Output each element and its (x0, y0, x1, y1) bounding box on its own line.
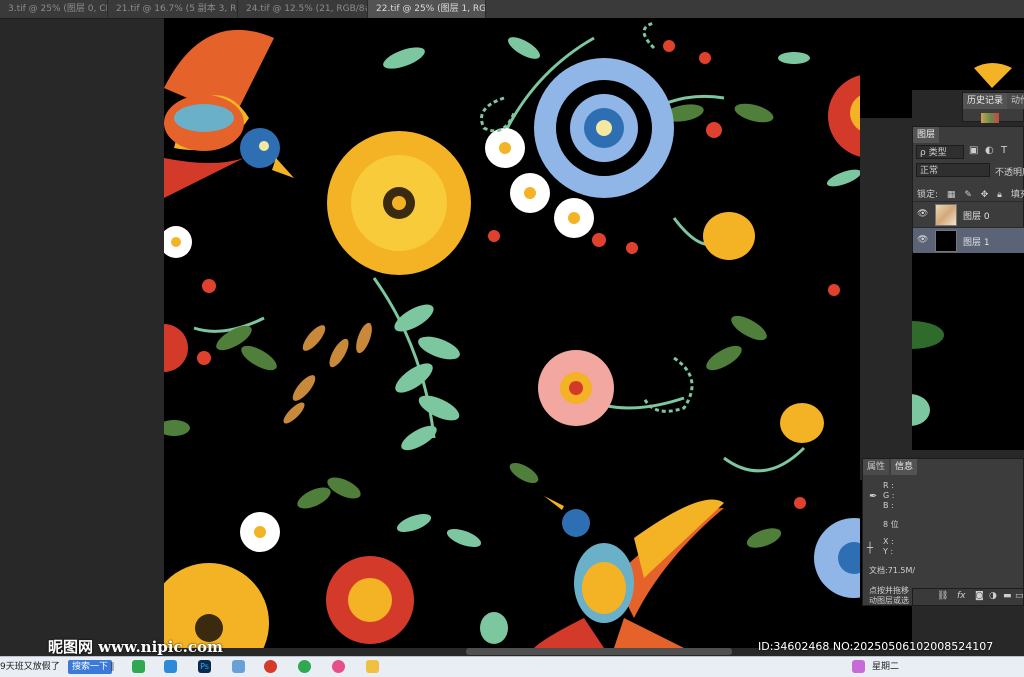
green-value-label: G : (883, 491, 895, 500)
adjustment-icon[interactable]: ◑ (989, 591, 997, 601)
horizontal-scrollbar[interactable] (466, 648, 732, 655)
ie-icon[interactable] (132, 660, 145, 673)
blue-value-label: B : (883, 501, 894, 510)
news-ticker[interactable]: 9天班又放假了 (0, 660, 60, 674)
folder-icon[interactable]: ▬ (1003, 591, 1012, 601)
chat-icon[interactable] (264, 660, 277, 673)
new-layer-icon[interactable]: ▭ (1015, 591, 1024, 601)
lock-all-icon[interactable]: 🔒︎ (997, 190, 1002, 200)
bit-depth: 8 位 (883, 520, 899, 529)
flower-detail (974, 63, 1012, 88)
blend-mode-select[interactable]: 正常 (916, 163, 990, 177)
fill-label: 填充 (1010, 190, 1024, 200)
chrome-icon[interactable] (332, 660, 345, 673)
document-canvas[interactable] (164, 18, 860, 648)
tab-history[interactable]: 历史记录 (963, 93, 1008, 109)
taskbar-divider: ‖ (110, 662, 115, 672)
document-tab-bar: 3.tif @ 25% (图层 0, CMYK/8) 21.tif @ 16.7… (0, 0, 1024, 19)
embroidery-artwork (164, 21, 860, 648)
watermark-site: 昵图网 www.nipic.com (48, 638, 223, 656)
layer-thumbnail (935, 230, 957, 252)
eye-icon[interactable]: 👁︎ (917, 209, 928, 219)
eye-icon[interactable]: 👁︎ (917, 235, 928, 245)
layers-panel: 图层 ρ 类型 ▣ ◐ T 正常 不透明度 锁定: ▦ ✎ ✥ 🔒︎ 填充 👁︎… (912, 126, 1024, 253)
tab-actions[interactable]: 动作 (1007, 93, 1024, 109)
taskbar: 9天班又放假了 搜索一下 ‖ Ps 星期二 (0, 656, 1024, 677)
tab-document-3[interactable]: 3.tif @ 25% (图层 0, CMYK/8) (0, 0, 108, 18)
day-of-week: 星期二 (872, 662, 900, 672)
lock-paint-icon[interactable]: ✎ (964, 190, 972, 200)
opacity-label: 不透明度 (995, 168, 1024, 178)
lock-transparency-icon[interactable]: ▦ (947, 190, 956, 200)
history-panel: 历史记录 动作 (962, 92, 1024, 123)
canvas-extension-right (880, 250, 1024, 450)
red-value-label: R : (883, 481, 894, 490)
browser-icon[interactable] (164, 660, 177, 673)
lock-row: 锁定: ▦ ✎ ✥ 🔒︎ 填充 (917, 187, 1024, 200)
eyedropper-icon: ✒ (869, 491, 878, 502)
text-filter-icon[interactable]: T (1001, 145, 1007, 156)
link-icon[interactable]: ⛓ (937, 591, 948, 601)
photoshop-icon[interactable]: Ps (198, 660, 211, 673)
layer-row[interactable]: 👁︎ 图层 0 (913, 201, 1024, 227)
canvas-extension-top (860, 18, 912, 118)
fx-icon[interactable]: fx (957, 591, 966, 601)
folder-icon[interactable] (366, 660, 379, 673)
adjustment-filter-icon[interactable]: ◐ (985, 145, 994, 156)
tab-document-21[interactable]: 21.tif @ 16.7% (5 副本 3, RGB/8) (108, 0, 238, 18)
watermark-id: ID:34602468 NO:20250506102008524107 (758, 640, 994, 653)
tab-properties[interactable]: 属性 (863, 459, 890, 475)
document-size: 文档:71.5M/ (869, 566, 916, 575)
tab-document-24[interactable]: 24.tif @ 12.5% (21, RGB/8#) (238, 0, 368, 18)
layer-row-selected[interactable]: 👁︎ 图层 1 (913, 227, 1024, 253)
wechat-icon[interactable] (298, 660, 311, 673)
canvas-extension-top-right (912, 18, 1024, 90)
image-filter-icon[interactable]: ▣ (969, 145, 978, 156)
crosshair-icon: ┼ (867, 543, 874, 554)
leaf-detail (880, 321, 944, 426)
layer-thumbnail (935, 204, 957, 226)
info-panel: 属性 信息 ✒ R : G : B : 8 位 ┼ X : Y : 文档:71.… (862, 458, 1024, 606)
x-coord-label: X : (883, 537, 894, 546)
layer-name[interactable]: 图层 0 (963, 209, 990, 222)
app-icon[interactable] (232, 660, 245, 673)
history-snapshot-thumbnail[interactable] (981, 113, 999, 123)
layer-name[interactable]: 图层 1 (963, 235, 990, 248)
lock-move-icon[interactable]: ✥ (981, 190, 989, 200)
lock-label: 锁定: (917, 190, 939, 200)
tab-layers[interactable]: 图层 (913, 127, 940, 143)
tab-document-22[interactable]: 22.tif @ 25% (图层 1, RGB/8) (368, 0, 486, 18)
tab-info[interactable]: 信息 (891, 459, 918, 475)
hint-text-line2: 动图层或选 (869, 596, 909, 605)
layers-panel-toolbar: ⛓ fx ◙ ◑ ▬ ▭ (912, 588, 1024, 606)
mask-icon[interactable]: ◙ (975, 591, 984, 601)
workspace-background (0, 19, 164, 656)
layer-filter-select[interactable]: ρ 类型 (916, 145, 964, 159)
calendar-icon[interactable] (852, 660, 865, 673)
y-coord-label: Y : (883, 547, 894, 556)
search-button[interactable]: 搜索一下 (68, 660, 113, 674)
